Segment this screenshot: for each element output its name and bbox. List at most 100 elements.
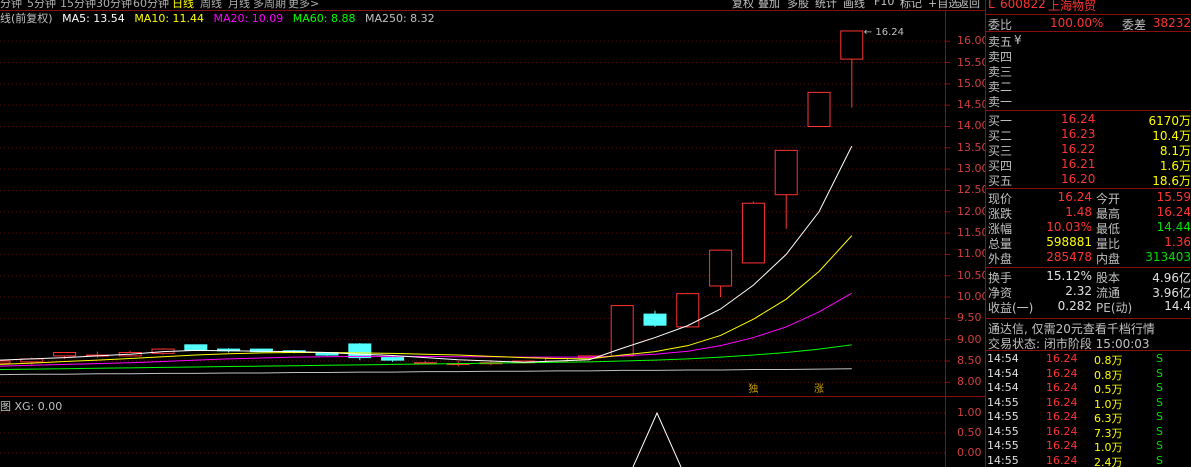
candle[interactable] (676, 292, 700, 328)
trade-status: 交易状态: 闭市阶段 15:00:03 (988, 337, 1150, 351)
header-marker: L (988, 0, 995, 11)
indicator-tick-label: 0.00 (957, 446, 982, 459)
period-tab-0[interactable]: 分钟 (0, 0, 22, 9)
price-tick-label: 11.50 (957, 226, 989, 240)
stock-header[interactable]: L 600822 上海物贸 (986, 0, 1191, 13)
legend-prefix: 线(前复权) (0, 12, 53, 25)
candle[interactable] (348, 343, 372, 361)
indicator-tick-label: 0.50 (957, 426, 982, 439)
candle[interactable] (709, 249, 733, 298)
toolbar-button-4[interactable]: 画线 (843, 0, 865, 9)
period-tab-2[interactable]: 15分钟 (60, 0, 96, 9)
tick-row: 14:55 16.24 7.3万 S (987, 424, 1163, 440)
candle[interactable] (840, 30, 864, 108)
period-tab-3[interactable]: 30分钟 (96, 0, 132, 9)
indicator-tick-label: 1.00 (957, 406, 982, 419)
legend-ma60: MA60: 8.88 (292, 12, 356, 25)
period-tab-5[interactable]: 日线 (172, 0, 194, 9)
xg-indicator-line (632, 411, 682, 467)
candle[interactable] (741, 201, 765, 264)
price-tick-label: 9.50 (957, 311, 982, 325)
toolbar-button-2[interactable]: 多股 (787, 0, 809, 9)
buy-level-5[interactable]: 买五 16.20 18.6万 (986, 172, 1191, 188)
legend-ma5: MA5: 13.54 (62, 12, 125, 25)
candle[interactable] (807, 91, 831, 127)
period-tab-8[interactable]: 多周期 (253, 0, 286, 9)
sell-level-3[interactable]: 卖三 (986, 63, 1191, 79)
price-tick-label: 14.50 (957, 98, 989, 112)
price-tick-label: 11.00 (957, 247, 989, 261)
weibi-value: 100.00% (1050, 16, 1104, 30)
toolbar-button-0[interactable]: 复权 (732, 0, 754, 9)
quote-row-1: 涨跌 1.48 最高 16.24 (988, 205, 1191, 221)
quote-row-3: 总量 598881 量比 1.36 (988, 235, 1191, 251)
toolbar-button-6[interactable]: 标记 (900, 0, 922, 9)
toolbar-button-8[interactable]: 返回 (958, 0, 980, 9)
tick-row: 14:55 16.24 1.0万 S (987, 439, 1163, 454)
toolbar-button-1[interactable]: 叠加 (758, 0, 780, 9)
signal-annotation: 独 (748, 382, 758, 395)
weibi-row: 委比 100.00% 委差 38232 (986, 16, 1191, 32)
price-tick-label: 15.00 (957, 76, 989, 90)
stock-name: 上海物贸 (1048, 0, 1097, 13)
stock-code: 600822 (1000, 0, 1046, 11)
price-tick-label: 9.00 (957, 332, 982, 346)
price-tick-label: 8.00 (957, 375, 982, 389)
fundamental-row-0: 换手 15.12% 股本 4.96亿 (988, 269, 1191, 285)
period-tab-1[interactable]: 5分钟 (27, 0, 56, 9)
indicator-label: 图 XG: 0.00 (0, 400, 63, 413)
period-tab-7[interactable]: 月线 (228, 0, 250, 9)
period-tab-9[interactable]: 更多> (288, 0, 319, 9)
chart-area[interactable]: ← 16.24 独 涨 分钟 5分钟 15分钟 30分钟 60分钟 日线 周线 月线 多周期 更多> 复… (0, 0, 985, 467)
tick-row: 14:54 16.24 0.8万 S (987, 366, 1163, 382)
price-tick-label: 10.00 (957, 290, 989, 304)
buy-level-4[interactable]: 买四 16.21 1.6万 (986, 157, 1191, 173)
legend-ma250: MA250: 8.32 (364, 12, 435, 25)
quote-panel: L 600822 上海物贸 委比 100.00% 委差 38232 卖五 ¥ 卖四卖… (985, 0, 1191, 467)
period-tab-6[interactable]: 周线 (200, 0, 222, 9)
price-tick-label: 10.50 (957, 268, 989, 282)
price-tick-label: 12.50 (957, 183, 989, 197)
period-tab-4[interactable]: 60分钟 (133, 0, 169, 9)
price-tick-label: 13.50 (957, 140, 989, 154)
candle[interactable] (184, 344, 208, 351)
fundamental-row-2: 收益(一) 0.282 PE(动) 14.4 (988, 299, 1191, 315)
price-tick-label: 15.50 (957, 55, 989, 69)
buy-level-3[interactable]: 买三 16.22 8.1万 (986, 142, 1191, 158)
tick-row: 14:55 16.24 6.3万 S (987, 410, 1163, 425)
tick-row: 14:55 16.24 2.4万 S (987, 453, 1163, 467)
weicha-value: 38232 (1152, 16, 1191, 30)
sell-level-1[interactable]: 卖一 (986, 93, 1191, 109)
notice-text[interactable]: 通达信, 仅需20元查看千档行情 (986, 320, 1191, 336)
legend-ma20: MA20: 10.09 (213, 12, 284, 25)
ma250-line (0, 368, 852, 376)
price-tick-label: 8.50 (957, 354, 982, 368)
tick-row: 14:55 16.24 1.0万 S (987, 395, 1163, 411)
sell-level-5[interactable]: 卖五 ¥ (986, 33, 1191, 49)
buy-level-2[interactable]: 买二 16.23 10.4万 (986, 127, 1191, 143)
ma-legend: 线(前复权) MA5: 13.54 MA10: 11.44 MA20: 10.0… (0, 10, 441, 26)
signal-annotation: 涨 (814, 383, 824, 395)
price-tick-label: 13.00 (957, 162, 989, 176)
tick-row: 14:54 16.24 0.8万 S (987, 352, 1163, 367)
price-tick-label: 16.00 (957, 34, 989, 48)
candle[interactable] (610, 305, 634, 357)
price-tick-label: 12.00 (957, 204, 989, 218)
toolbar-button-5[interactable]: F10 (874, 0, 894, 8)
candle[interactable] (774, 149, 798, 229)
sell-level-4[interactable]: 卖四 (986, 48, 1191, 64)
candle[interactable] (643, 310, 667, 327)
toolbar-button-7[interactable]: +自选 (928, 0, 959, 9)
quote-row-4: 外盘 285478 内盘 313403 (988, 250, 1191, 266)
tick-row: 14:54 16.24 0.5万 S (987, 381, 1163, 396)
fundamental-row-1: 净资 2.32 流通 3.96亿 (988, 284, 1191, 300)
sell-level-2[interactable]: 卖二 (986, 78, 1191, 94)
price-tick-label: 14.00 (957, 119, 989, 133)
quote-row-0: 现价 16.24 今开 15.59 (988, 190, 1191, 206)
buy-level-1[interactable]: 买一 16.24 6170万 (986, 112, 1191, 128)
candlestick-chart[interactable]: ← 16.24 独 涨 (0, 0, 985, 467)
max-price-label: ← 16.24 (864, 27, 904, 38)
period-toolbar: 分钟 5分钟 15分钟 30分钟 60分钟 日线 周线 月线 多周期 更多> 复权 叠加 多股 统计 画线 F… (0, 0, 985, 9)
legend-ma10: MA10: 11.44 (134, 12, 205, 25)
toolbar-button-3[interactable]: 统计 (815, 0, 837, 9)
